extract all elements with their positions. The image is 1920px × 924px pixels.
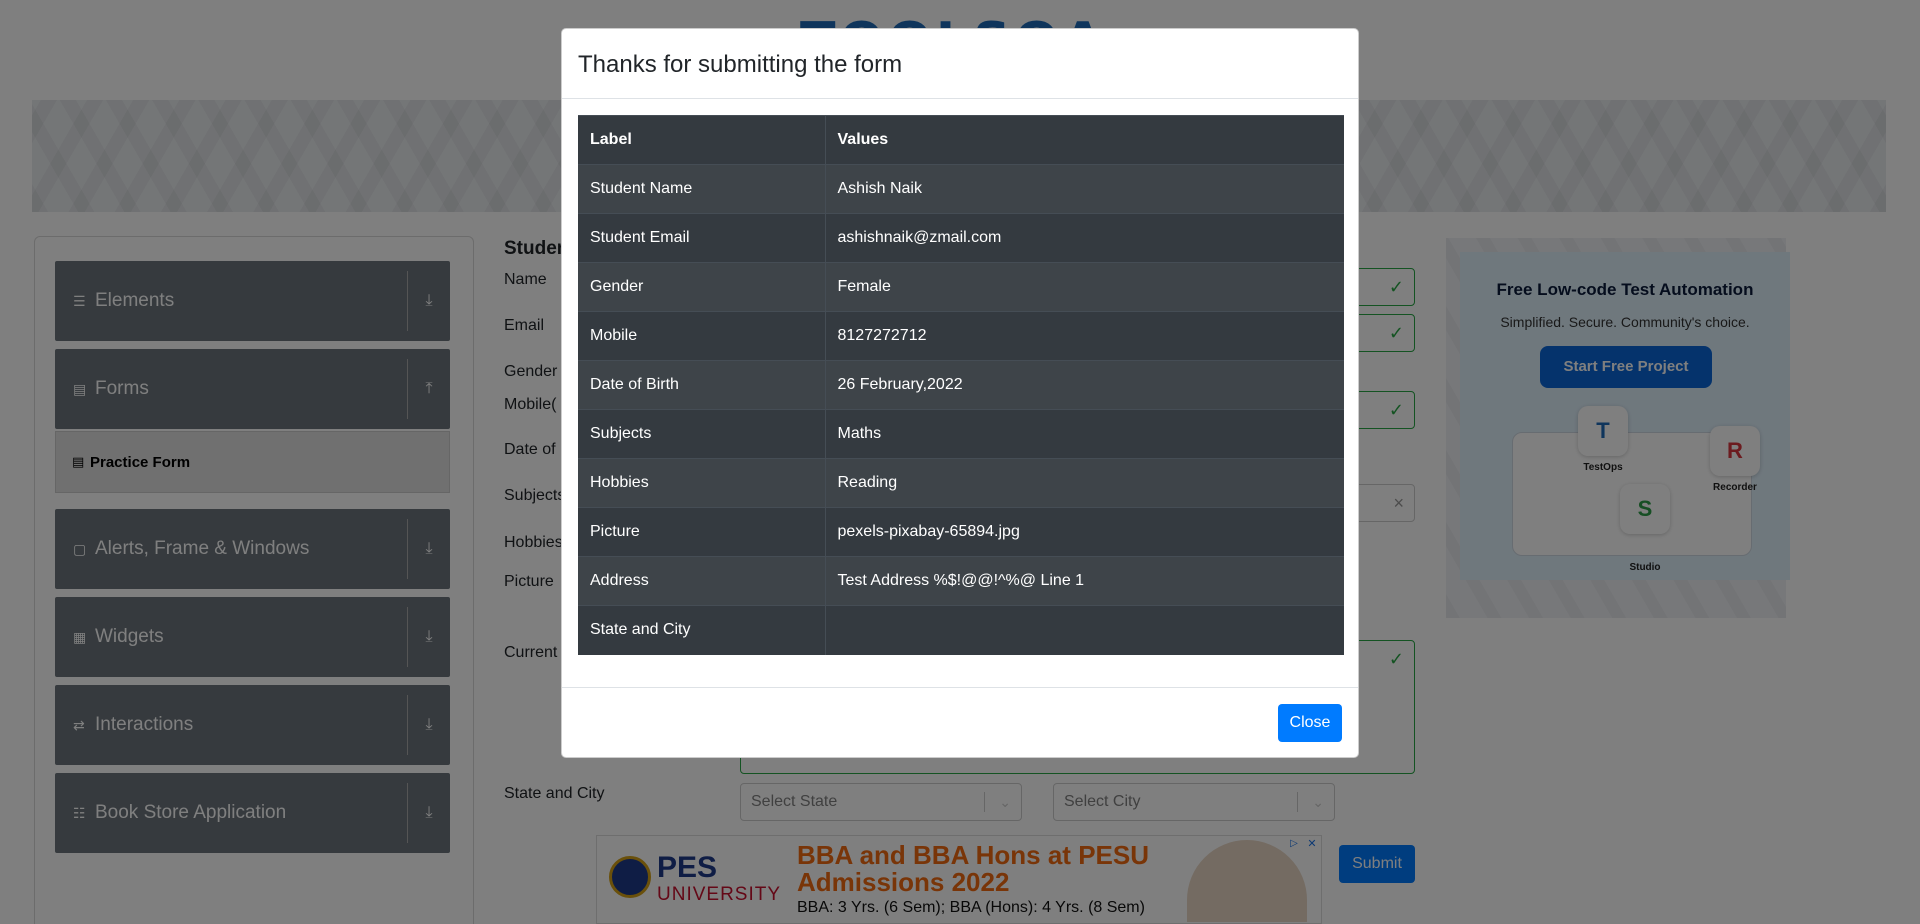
modal-header: Thanks for submitting the form — [562, 29, 1358, 99]
modal-footer: Close — [562, 687, 1358, 757]
row-value: pexels-pixabay-65894.jpg — [825, 507, 1344, 557]
row-value: 8127272712 — [825, 311, 1344, 361]
row-value: Reading — [825, 458, 1344, 508]
row-value: Ashish Naik — [825, 164, 1344, 214]
close-button[interactable]: Close — [1278, 704, 1342, 742]
row-value — [825, 605, 1344, 655]
row-label: Student Name — [578, 164, 826, 214]
table-row: Student Email ashishnaik@zmail.com — [578, 213, 1344, 263]
submission-modal: Thanks for submitting the form Label Val… — [561, 28, 1359, 758]
row-value: Test Address %$!@@!^%@ Line 1 — [825, 556, 1344, 606]
table-row: Picture pexels-pixabay-65894.jpg — [578, 507, 1344, 557]
row-label: Gender — [578, 262, 826, 312]
table-header-row: Label Values — [578, 115, 1344, 165]
modal-title: Thanks for submitting the form — [578, 51, 903, 78]
table-row: Student Name Ashish Naik — [578, 164, 1344, 214]
row-label: State and City — [578, 605, 826, 655]
submission-table: Label Values Student Name Ashish Naik St… — [578, 115, 1344, 655]
row-label: Address — [578, 556, 826, 606]
table-row: State and City — [578, 605, 1344, 655]
row-label: Subjects — [578, 409, 826, 459]
row-value: 26 February,2022 — [825, 360, 1344, 410]
row-label: Mobile — [578, 311, 826, 361]
row-value: ashishnaik@zmail.com — [825, 213, 1344, 263]
column-header-label: Label — [578, 115, 826, 165]
table-row: Mobile 8127272712 — [578, 311, 1344, 361]
table-row: Date of Birth 26 February,2022 — [578, 360, 1344, 410]
modal-body: Label Values Student Name Ashish Naik St… — [578, 115, 1344, 655]
table-row: Address Test Address %$!@@!^%@ Line 1 — [578, 556, 1344, 606]
row-label: Student Email — [578, 213, 826, 263]
table-row: Gender Female — [578, 262, 1344, 312]
row-label: Picture — [578, 507, 826, 557]
row-value: Female — [825, 262, 1344, 312]
column-header-values: Values — [825, 115, 1344, 165]
table-row: Hobbies Reading — [578, 458, 1344, 508]
row-value: Maths — [825, 409, 1344, 459]
row-label: Date of Birth — [578, 360, 826, 410]
row-label: Hobbies — [578, 458, 826, 508]
table-row: Subjects Maths — [578, 409, 1344, 459]
